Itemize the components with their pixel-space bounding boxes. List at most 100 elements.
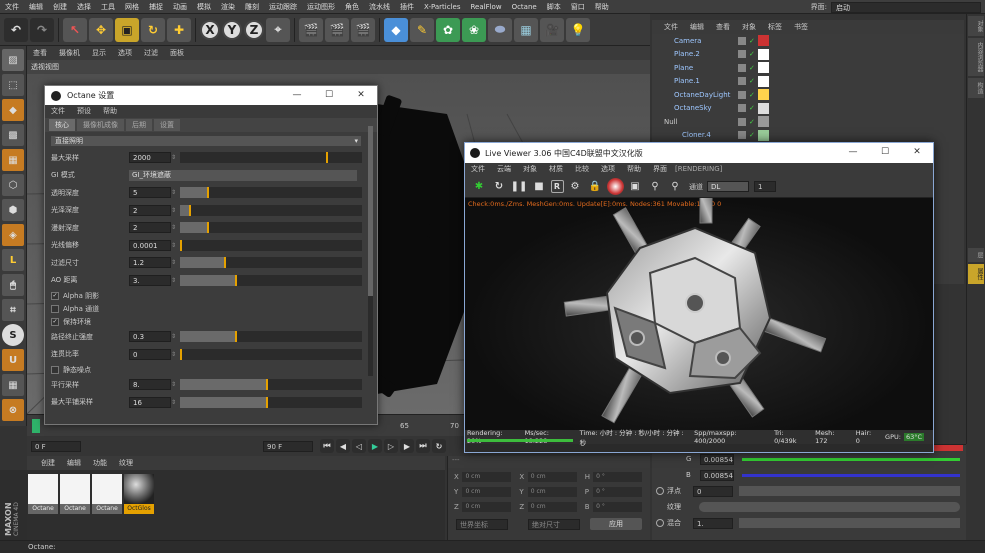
menu-item[interactable]: 脚本 [542, 0, 566, 14]
menu-item[interactable]: 模拟 [192, 0, 216, 14]
menu-item[interactable]: 创建 [48, 0, 72, 14]
render-settings-icon[interactable]: 🎬 [351, 17, 375, 42]
visibility-toggle[interactable] [738, 63, 746, 72]
layout-selector[interactable]: 界面: 启动 [811, 1, 981, 13]
viewport-menu-item[interactable]: 过滤 [138, 46, 164, 60]
checkbox[interactable]: ✓ [51, 317, 59, 326]
viewport-menu-item[interactable]: 显示 [86, 46, 112, 60]
lock-icon[interactable]: 🔒 [587, 178, 604, 195]
spinner-icon[interactable]: ⇕ [171, 189, 176, 196]
viewport-menu-item[interactable]: 摄像机 [53, 46, 86, 60]
enabled-check-icon[interactable]: ✓ [749, 37, 755, 45]
g-value-field[interactable]: 0.00854 [700, 453, 734, 465]
param-value-field[interactable]: 5 [129, 187, 171, 199]
prev-key-icon[interactable]: ◀ [336, 439, 350, 453]
param-slider[interactable] [180, 187, 362, 199]
restart-icon[interactable]: ↻ [491, 178, 508, 195]
channel-dropdown[interactable]: DL [707, 181, 749, 192]
cube-icon[interactable]: ◆ [384, 17, 408, 42]
param-value-field[interactable]: 1.2 [129, 257, 171, 269]
viewport-menu-item[interactable]: 查看 [27, 46, 53, 60]
param-slider[interactable] [180, 257, 362, 269]
menu-item[interactable]: 渲染 [216, 0, 240, 14]
texture-slot[interactable] [699, 502, 960, 512]
coord-field[interactable]: 0 cm [527, 471, 577, 482]
menu-item[interactable]: RealFlow [465, 0, 506, 14]
object-menu-item[interactable]: 编辑 [684, 20, 710, 34]
material-item[interactable]: Octane [92, 474, 122, 516]
scene-icon[interactable]: ▦ [514, 17, 538, 42]
select-arrow-icon[interactable]: ↖ [63, 17, 87, 42]
size-mode-dropdown[interactable]: 绝对尺寸 [528, 518, 580, 530]
object-row[interactable]: Null ✓ [652, 115, 964, 129]
mix-value-field[interactable]: 1. [693, 517, 733, 529]
param-slider[interactable] [180, 204, 362, 216]
object-row[interactable]: Camera ✓ [652, 34, 964, 48]
checkbox[interactable] [51, 365, 59, 374]
visibility-toggle[interactable] [738, 90, 746, 99]
enabled-check-icon[interactable]: ✓ [749, 91, 755, 99]
coord-field[interactable]: 0 cm [462, 486, 512, 497]
coord-field[interactable]: 0 cm [527, 501, 577, 512]
float-value-field[interactable]: 0 [693, 485, 733, 497]
camera-icon[interactable]: 🎥 [540, 17, 564, 42]
menu-item[interactable]: X-Particles [419, 0, 465, 14]
model-mode-icon[interactable]: ⬚ [2, 74, 24, 96]
array-icon[interactable]: ❀ [462, 17, 486, 42]
y-axis-icon[interactable]: Y [222, 19, 242, 40]
octane-menu-item[interactable]: 帮助 [97, 105, 123, 118]
visibility-toggle[interactable] [738, 117, 746, 126]
object-tag-icon[interactable] [757, 89, 769, 101]
mix-radio[interactable] [656, 519, 664, 527]
sculpt-icon[interactable]: S [2, 324, 24, 346]
material-item[interactable]: OctGlos [124, 474, 154, 516]
spinner-icon[interactable]: ⇕ [171, 207, 176, 214]
menu-item[interactable]: 角色 [340, 0, 364, 14]
live-viewer-menu-item[interactable]: 帮助 [621, 163, 647, 176]
spinner-icon[interactable]: ⇕ [171, 381, 176, 388]
material-menu-item[interactable]: 纹理 [113, 456, 139, 470]
next-key-icon[interactable]: ▶ [400, 439, 414, 453]
start-frame-field[interactable]: 0 F [31, 440, 81, 452]
playhead[interactable] [32, 418, 40, 433]
scale-icon[interactable]: ▣ [115, 17, 139, 42]
spinner-icon[interactable]: ⇕ [171, 399, 176, 406]
spinner-icon[interactable]: ⇕ [171, 224, 176, 231]
tab-structure[interactable]: 构造 [968, 78, 984, 98]
b-slider[interactable] [742, 473, 960, 477]
g-slider[interactable] [742, 457, 960, 461]
coord-field[interactable]: 0 ° [593, 486, 643, 497]
close-icon[interactable]: ✕ [901, 143, 933, 162]
object-menu-item[interactable]: 对象 [736, 20, 762, 34]
menu-item[interactable]: 文件 [0, 0, 24, 14]
light-icon[interactable]: 💡 [566, 17, 590, 42]
spinner-icon[interactable]: ⇕ [171, 351, 176, 358]
viewport-menu-item[interactable]: 面板 [164, 46, 190, 60]
spinner-icon[interactable]: ⇕ [171, 154, 176, 161]
material-menu-item[interactable]: 编辑 [61, 456, 87, 470]
coord-field[interactable]: 0 cm [462, 471, 512, 482]
rotate-icon[interactable]: ↻ [141, 17, 165, 42]
live-viewer-menu-item[interactable]: 选项 [595, 163, 621, 176]
octane-tab[interactable]: 设置 [154, 119, 180, 131]
stop-icon[interactable]: ■ [531, 178, 548, 195]
live-viewer-titlebar[interactable]: Live Viewer 3.06 中国C4D联盟中文汉化版 — ☐ ✕ [465, 143, 933, 163]
loop-icon[interactable]: ↻ [432, 439, 446, 453]
material-menu-item[interactable]: 功能 [87, 456, 113, 470]
menu-item[interactable]: 运动图形 [302, 0, 340, 14]
enabled-check-icon[interactable]: ✓ [749, 118, 755, 126]
pause-icon[interactable]: ❚❚ [511, 178, 528, 195]
menu-item[interactable]: 运动跟踪 [264, 0, 302, 14]
color-picker-icon[interactable] [606, 178, 624, 195]
axis-icon[interactable]: L [2, 249, 24, 271]
object-row[interactable]: Plane ✓ [652, 61, 964, 75]
go-end-icon[interactable]: ⏭ [416, 439, 430, 453]
menu-item[interactable]: 雕刻 [240, 0, 264, 14]
param-slider[interactable] [180, 274, 362, 286]
prev-frame-icon[interactable]: ◁ [352, 439, 366, 453]
subdivision-icon[interactable]: ✿ [436, 17, 460, 42]
material-item[interactable]: Octane [28, 474, 58, 516]
focus-picker-icon[interactable]: ⚲ [647, 178, 664, 195]
tab-content-browser[interactable]: 内容浏览器 [968, 38, 984, 76]
checkbox[interactable] [51, 304, 59, 313]
